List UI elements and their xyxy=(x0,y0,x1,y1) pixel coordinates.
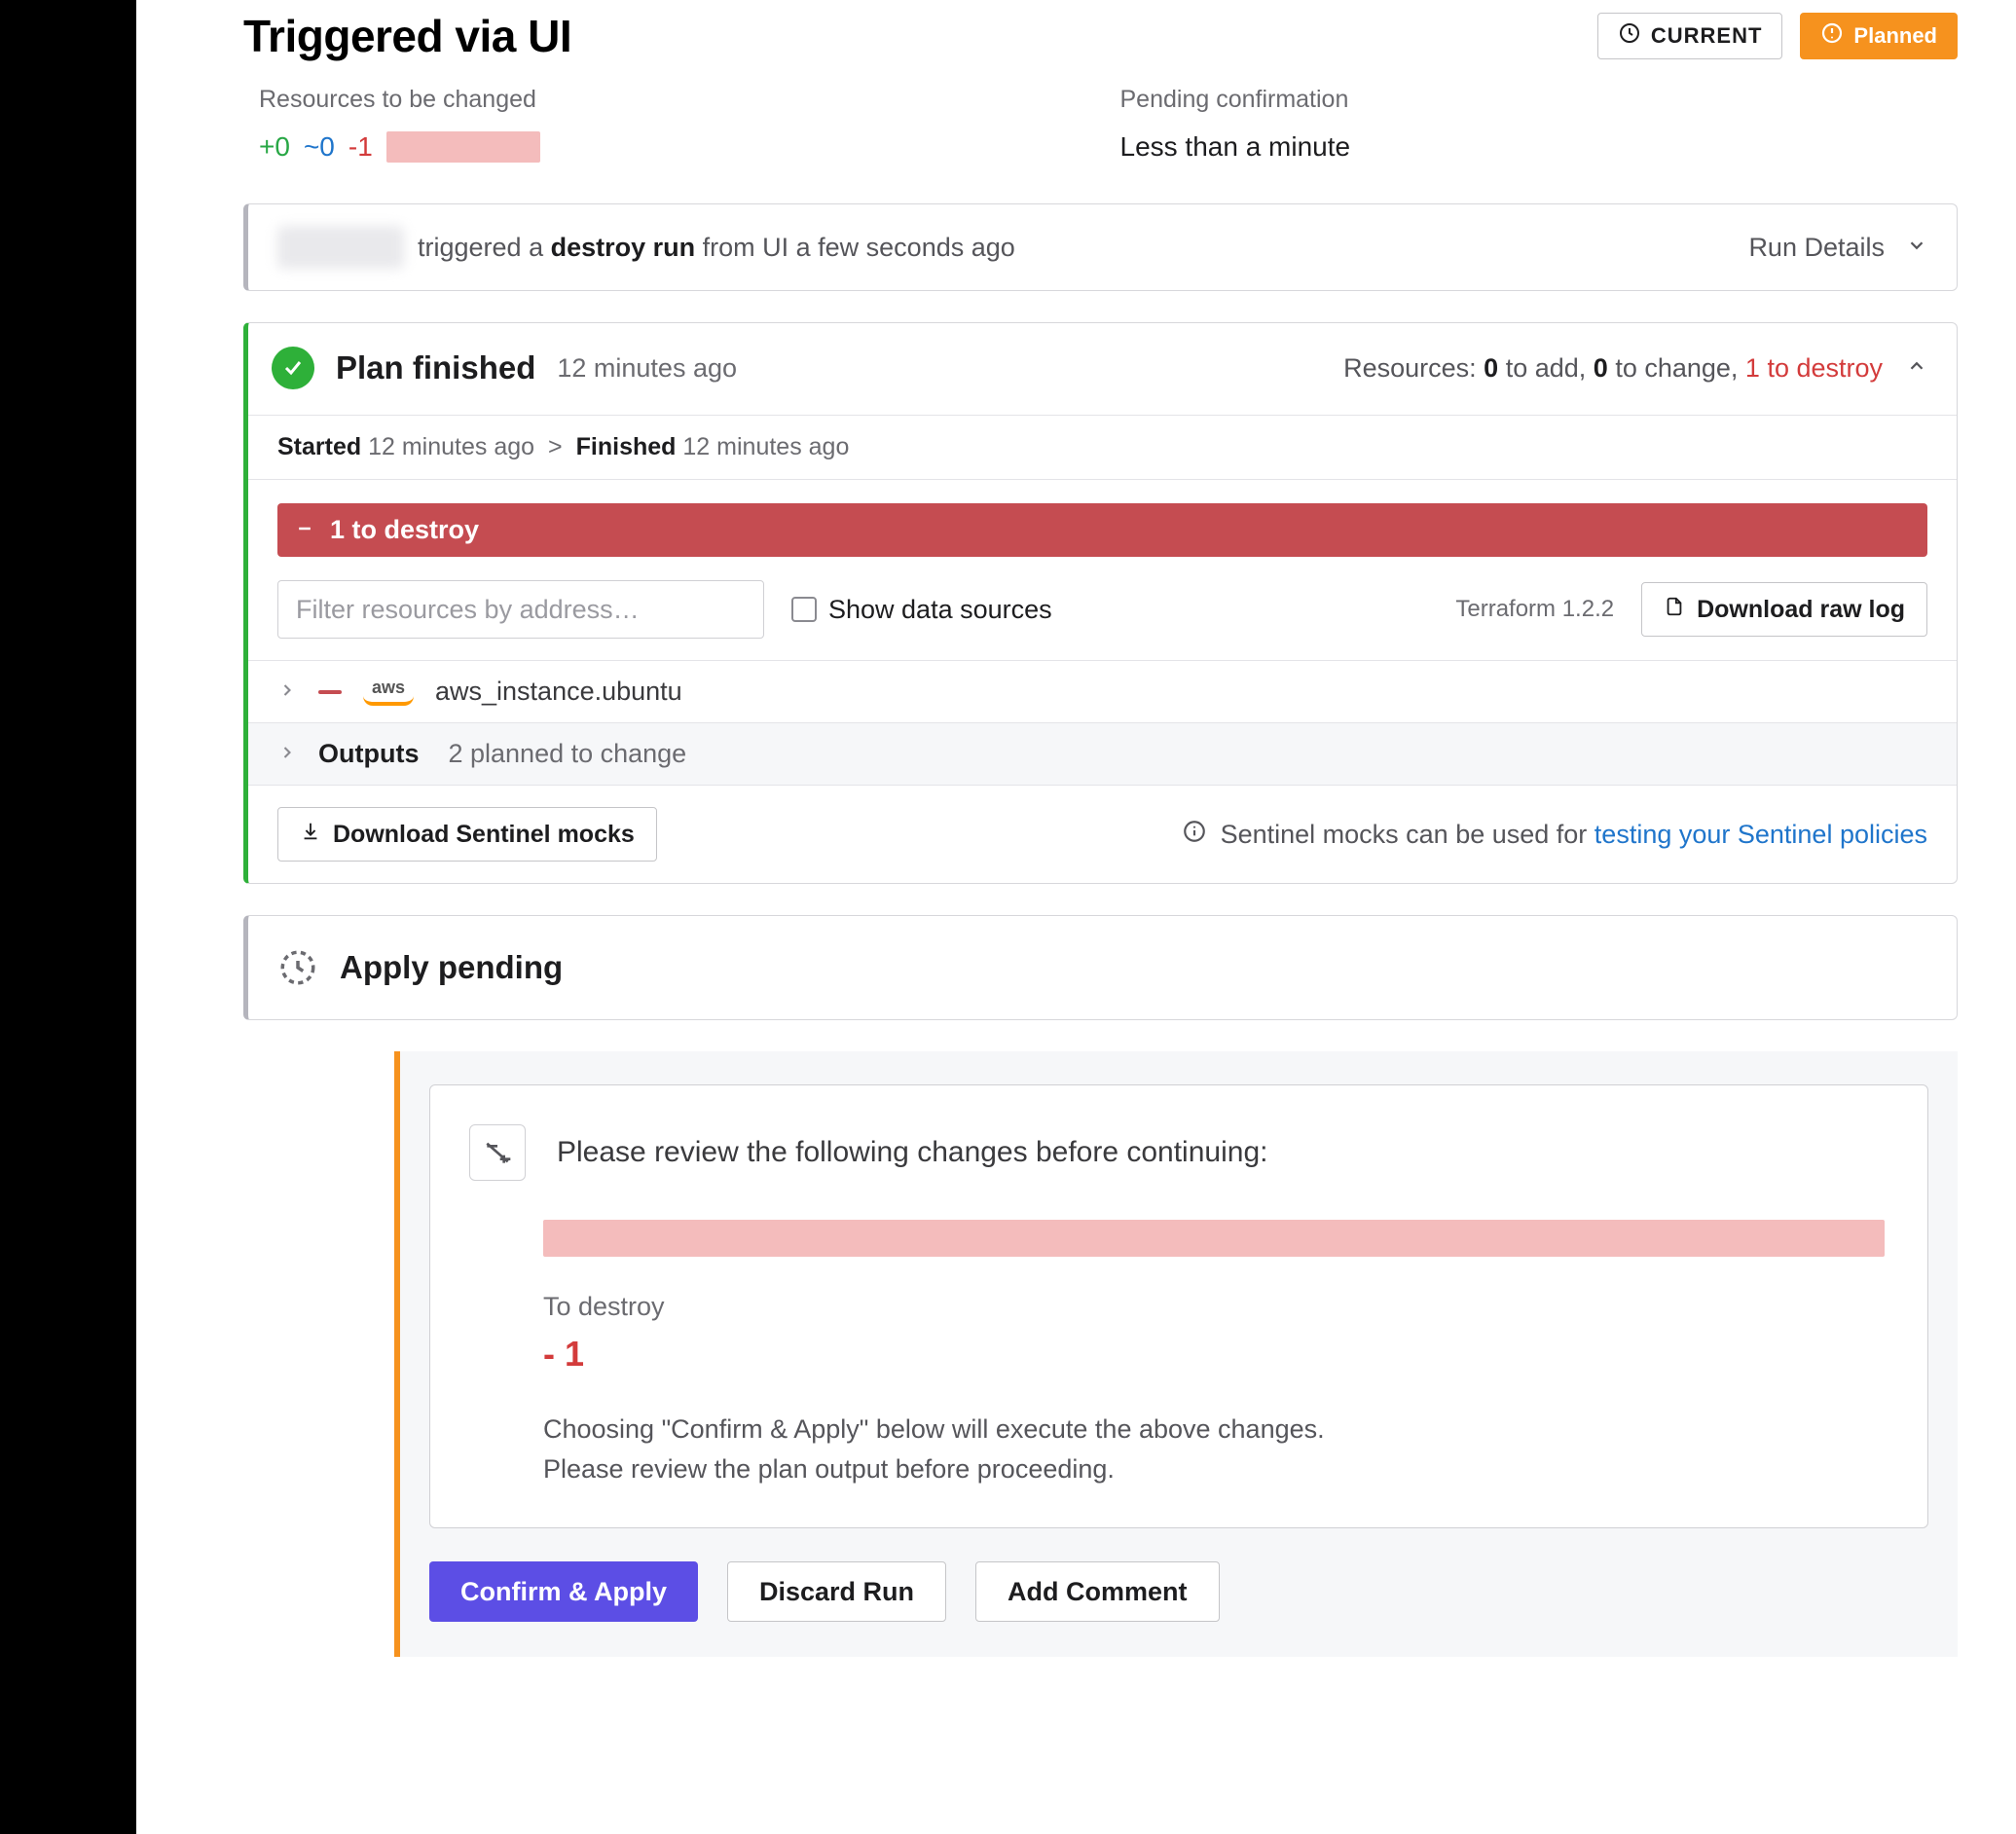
plan-time: 12 minutes ago xyxy=(557,353,737,384)
count-change: ~0 xyxy=(304,131,335,163)
run-details-label: Run Details xyxy=(1748,233,1885,263)
check-icon xyxy=(272,347,314,389)
add-comment-button[interactable]: Add Comment xyxy=(975,1561,1220,1622)
clock-icon xyxy=(1618,21,1641,51)
redacted-resource-name xyxy=(386,131,540,163)
plan-resources-summary: Resources: 0 to add, 0 to change, 1 to d… xyxy=(1343,353,1883,384)
destroy-bar-label: 1 to destroy xyxy=(330,515,479,545)
sentinel-btn-label: Download Sentinel mocks xyxy=(333,821,635,849)
show-data-sources-label: Show data sources xyxy=(828,595,1052,625)
outputs-label: Outputs xyxy=(318,739,419,769)
filter-row: Show data sources Terraform 1.2.2 Downlo… xyxy=(248,580,1957,660)
chevron-right-icon xyxy=(277,677,297,707)
count-add: +0 xyxy=(259,131,290,163)
download-sentinel-mocks-button[interactable]: Download Sentinel mocks xyxy=(277,807,657,862)
pending-label: Pending confirmation xyxy=(1120,86,1959,114)
info-icon xyxy=(1182,819,1207,851)
confirm-buttons: Confirm & Apply Discard Run Add Comment xyxy=(429,1561,1928,1622)
sentinel-footer: Download Sentinel mocks Sentinel mocks c… xyxy=(248,785,1957,883)
pending-value: Less than a minute xyxy=(1120,131,1959,163)
redacted-resource-summary xyxy=(543,1220,1885,1257)
apply-pending-card: Apply pending xyxy=(243,915,1958,1020)
aws-provider-icon: aws xyxy=(363,678,414,706)
left-nav-rail xyxy=(0,0,136,1834)
resource-address: aws_instance.ubuntu xyxy=(435,677,682,707)
diff-icon xyxy=(469,1124,526,1181)
apply-pending-title: Apply pending xyxy=(340,949,563,986)
chevron-down-icon xyxy=(1906,233,1927,263)
to-destroy-value: - 1 xyxy=(543,1334,1885,1375)
outputs-row[interactable]: Outputs 2 planned to change xyxy=(248,722,1957,785)
plan-time-bar: Started 12 minutes ago > Finished 12 min… xyxy=(248,415,1957,480)
current-button-label: CURRENT xyxy=(1651,23,1763,49)
download-raw-log-button[interactable]: Download raw log xyxy=(1641,582,1927,637)
sentinel-policies-link[interactable]: testing your Sentinel policies xyxy=(1594,820,1927,849)
sentinel-info-text: Sentinel mocks can be used for testing y… xyxy=(1221,820,1927,850)
terraform-version: Terraform 1.2.2 xyxy=(1455,596,1614,623)
confirm-panel: Please review the following changes befo… xyxy=(429,1084,1928,1528)
minus-icon xyxy=(295,515,314,545)
count-destroy: -1 xyxy=(348,131,373,163)
checkbox-icon xyxy=(791,597,817,622)
filter-resources-input[interactable] xyxy=(277,580,764,639)
destroy-indicator-icon xyxy=(318,690,342,694)
destroy-summary-bar[interactable]: 1 to destroy xyxy=(277,503,1927,557)
resources-label: Resources to be changed xyxy=(259,86,1081,114)
summary-pending: Pending confirmation Less than a minute xyxy=(1120,86,1959,163)
run-trigger-card: triggered a destroy run from UI a few se… xyxy=(243,203,1958,291)
clock-dashed-icon xyxy=(277,947,318,988)
trigger-info: triggered a destroy run from UI a few se… xyxy=(277,226,1015,269)
resource-row-aws-instance[interactable]: aws aws_instance.ubuntu xyxy=(248,660,1957,722)
file-icon xyxy=(1664,596,1685,624)
resource-counts: +0 ~0 -1 xyxy=(259,131,1081,163)
discard-run-button[interactable]: Discard Run xyxy=(727,1561,946,1622)
run-details-toggle[interactable]: Run Details xyxy=(1748,233,1927,263)
confirm-block: Please review the following changes befo… xyxy=(394,1051,1958,1657)
to-destroy-label: To destroy xyxy=(543,1292,1885,1322)
download-icon xyxy=(300,821,321,849)
plan-title: Plan finished xyxy=(336,349,535,386)
current-button[interactable]: CURRENT xyxy=(1597,13,1783,59)
plan-header: Plan finished 12 minutes ago Resources: … xyxy=(248,323,1957,415)
plan-card: Plan finished 12 minutes ago Resources: … xyxy=(243,322,1958,884)
planned-button[interactable]: Planned xyxy=(1800,13,1958,59)
outputs-count: 2 planned to change xyxy=(448,739,686,769)
page-title: Triggered via UI xyxy=(243,10,571,62)
header-row: Triggered via UI CURRENT Planned xyxy=(243,10,1958,62)
confirm-heading: Please review the following changes befo… xyxy=(557,1136,1267,1169)
header-buttons: CURRENT Planned xyxy=(1597,13,1958,59)
alert-icon xyxy=(1820,21,1844,51)
show-data-sources-checkbox[interactable]: Show data sources xyxy=(791,595,1052,625)
trigger-text: triggered a destroy run from UI a few se… xyxy=(418,233,1015,263)
download-log-label: Download raw log xyxy=(1697,596,1905,624)
confirm-description: Choosing "Confirm & Apply" below will ex… xyxy=(543,1410,1885,1488)
user-avatar-redacted xyxy=(277,226,404,269)
main-content: Triggered via UI CURRENT Planned Resourc… xyxy=(136,0,2016,1834)
chevron-right-icon xyxy=(277,739,297,769)
confirm-apply-button[interactable]: Confirm & Apply xyxy=(429,1561,698,1622)
summary-row: Resources to be changed +0 ~0 -1 Pending… xyxy=(243,86,1958,163)
planned-button-label: Planned xyxy=(1853,23,1937,49)
summary-resources: Resources to be changed +0 ~0 -1 xyxy=(243,86,1081,163)
chevron-up-icon[interactable] xyxy=(1906,353,1927,384)
